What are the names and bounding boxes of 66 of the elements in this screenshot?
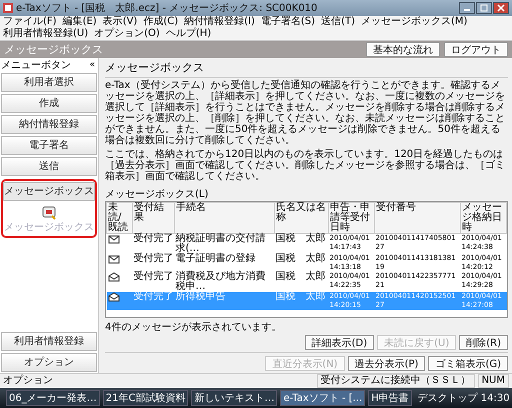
desktop-toolbar-label[interactable]: デスクトップ xyxy=(418,391,478,405)
maximize-button[interactable] xyxy=(476,2,492,14)
table-cell: 国税 太郎 xyxy=(274,234,328,254)
column-header[interactable]: 受付結果 xyxy=(132,202,174,234)
status-text: オプション xyxy=(3,375,53,387)
sidebar-title: メニューボタン xyxy=(1,59,71,72)
column-header[interactable]: 受付番号 xyxy=(374,202,460,234)
column-header[interactable]: 氏名又は名称 xyxy=(274,202,328,234)
close-icon xyxy=(497,4,505,12)
maximize-icon xyxy=(480,4,488,12)
menu-item[interactable]: 利用者情報登録(U) xyxy=(3,28,88,40)
instructions-text: e-Tax（受付システム）から受信した受信通知の確認を行うことができます。確認するメッセージを選択の上、［詳細表示］を押してください。なお、一度に複数のメッセージを選択して［詳細表示］を行うことはできません。メッセージを削除する場合は削除するメッセージを選択の上、［削除］を押してください。なお、未読メッセージは削除することができません。また、一度に50件を超えるメッセージは削除できません。50件を超える場合は複数回に分けて削除してください。 xyxy=(105,80,506,146)
list-label: メッセージボックス(L) xyxy=(105,188,210,201)
taskbar-item[interactable]: 06_メーカー発表… xyxy=(6,390,100,406)
message-count-text: 4件のメッセージが表示されています。 xyxy=(105,320,282,334)
sidebar-item[interactable]: 利用者情報登録 xyxy=(1,332,97,351)
clock: 14:30 xyxy=(480,392,510,404)
section-title: メッセージボックス xyxy=(4,42,103,57)
action-button[interactable]: 削除(R) xyxy=(459,335,508,350)
sidebar-item[interactable]: 電子署名 xyxy=(1,136,97,155)
content-title: メッセージボックス xyxy=(105,60,205,75)
action-button[interactable]: ゴミ箱表示(G) xyxy=(428,356,508,371)
table-cell: 国税 太郎 xyxy=(274,254,328,272)
table-cell: 受付完了 xyxy=(132,272,174,292)
app-icon xyxy=(3,3,13,13)
menu-item[interactable]: 納付情報登録(I) xyxy=(184,16,255,28)
column-header[interactable]: 申告・申請等受付日時 xyxy=(328,202,374,234)
close-button[interactable] xyxy=(493,2,509,14)
taskbar-item[interactable]: e-Taxソフト - [... xyxy=(280,390,366,406)
sidebar-item[interactable]: 作成 xyxy=(1,94,97,113)
menu-item[interactable]: ファイル(F) xyxy=(3,16,57,28)
sidebar-item[interactable]: メッセージボックス xyxy=(3,182,95,201)
table-cell: 納税証明書の交付請求(… xyxy=(174,234,274,254)
menu-item[interactable]: オプション(O) xyxy=(94,28,160,40)
sidebar-item[interactable]: 利用者選択 xyxy=(1,73,97,92)
column-header[interactable]: メッセージ格納日時 xyxy=(460,202,506,234)
header-button[interactable]: 基本的な流れ xyxy=(366,42,440,57)
column-header[interactable]: 手続名 xyxy=(174,202,274,234)
table-cell: 国税 太郎 xyxy=(274,272,328,292)
column-header[interactable]: 未読/既読 xyxy=(106,202,132,234)
taskbar-item[interactable]: H申告書 xyxy=(368,390,412,406)
menu-item[interactable]: 電子署名(S) xyxy=(260,16,316,28)
table-cell: 消費税及び地方消費税申… xyxy=(174,272,274,292)
taskbar-item[interactable]: 新しいテキスト… xyxy=(191,390,278,406)
menu-item[interactable]: 作成(C) xyxy=(143,16,178,28)
menu-item[interactable]: 編集(E) xyxy=(62,16,97,28)
menu-item[interactable]: 送信(T) xyxy=(321,16,355,28)
sidebar-item[interactable]: 送信 xyxy=(1,157,97,176)
collapse-button[interactable]: « xyxy=(87,60,97,70)
header-button[interactable]: ログアウト xyxy=(444,42,508,57)
menu-item[interactable]: ヘルプ(H) xyxy=(166,28,212,40)
taskbar-item[interactable]: 21年C部試験資料 xyxy=(102,390,188,406)
window-title: e-Taxソフト - [国税 太郎.ecz] - メッセージボックス: SC00K010 xyxy=(16,2,318,15)
action-button[interactable]: 詳細表示(D) xyxy=(304,335,374,350)
num-lock-indicator: NUM xyxy=(478,374,509,388)
action-button[interactable]: 過去分表示(P) xyxy=(348,356,426,371)
connection-status: 受付システムに接続中（ＳＳＬ） xyxy=(316,374,475,388)
table-cell: 電子証明書の登録 xyxy=(174,254,274,272)
minimize-button[interactable] xyxy=(459,2,475,14)
table-cell: 受付完了 xyxy=(132,234,174,254)
sidebar-item[interactable]: オプション xyxy=(1,353,97,372)
menu-item[interactable]: 表示(V) xyxy=(102,16,138,28)
table-cell: 受付完了 xyxy=(132,254,174,272)
menu-item[interactable]: メッセージボックス(M) xyxy=(360,16,468,28)
sidebar-item[interactable]: 納付情報登録 xyxy=(1,115,97,134)
instructions-text: ここでは、格納されてから120日以内のものを表示しています。120日を経過したものは［過去分表示］画面で確認してください。削除したメッセージを参照する場合は、［ゴミ箱表示］画面で確認してください。 xyxy=(105,149,506,182)
